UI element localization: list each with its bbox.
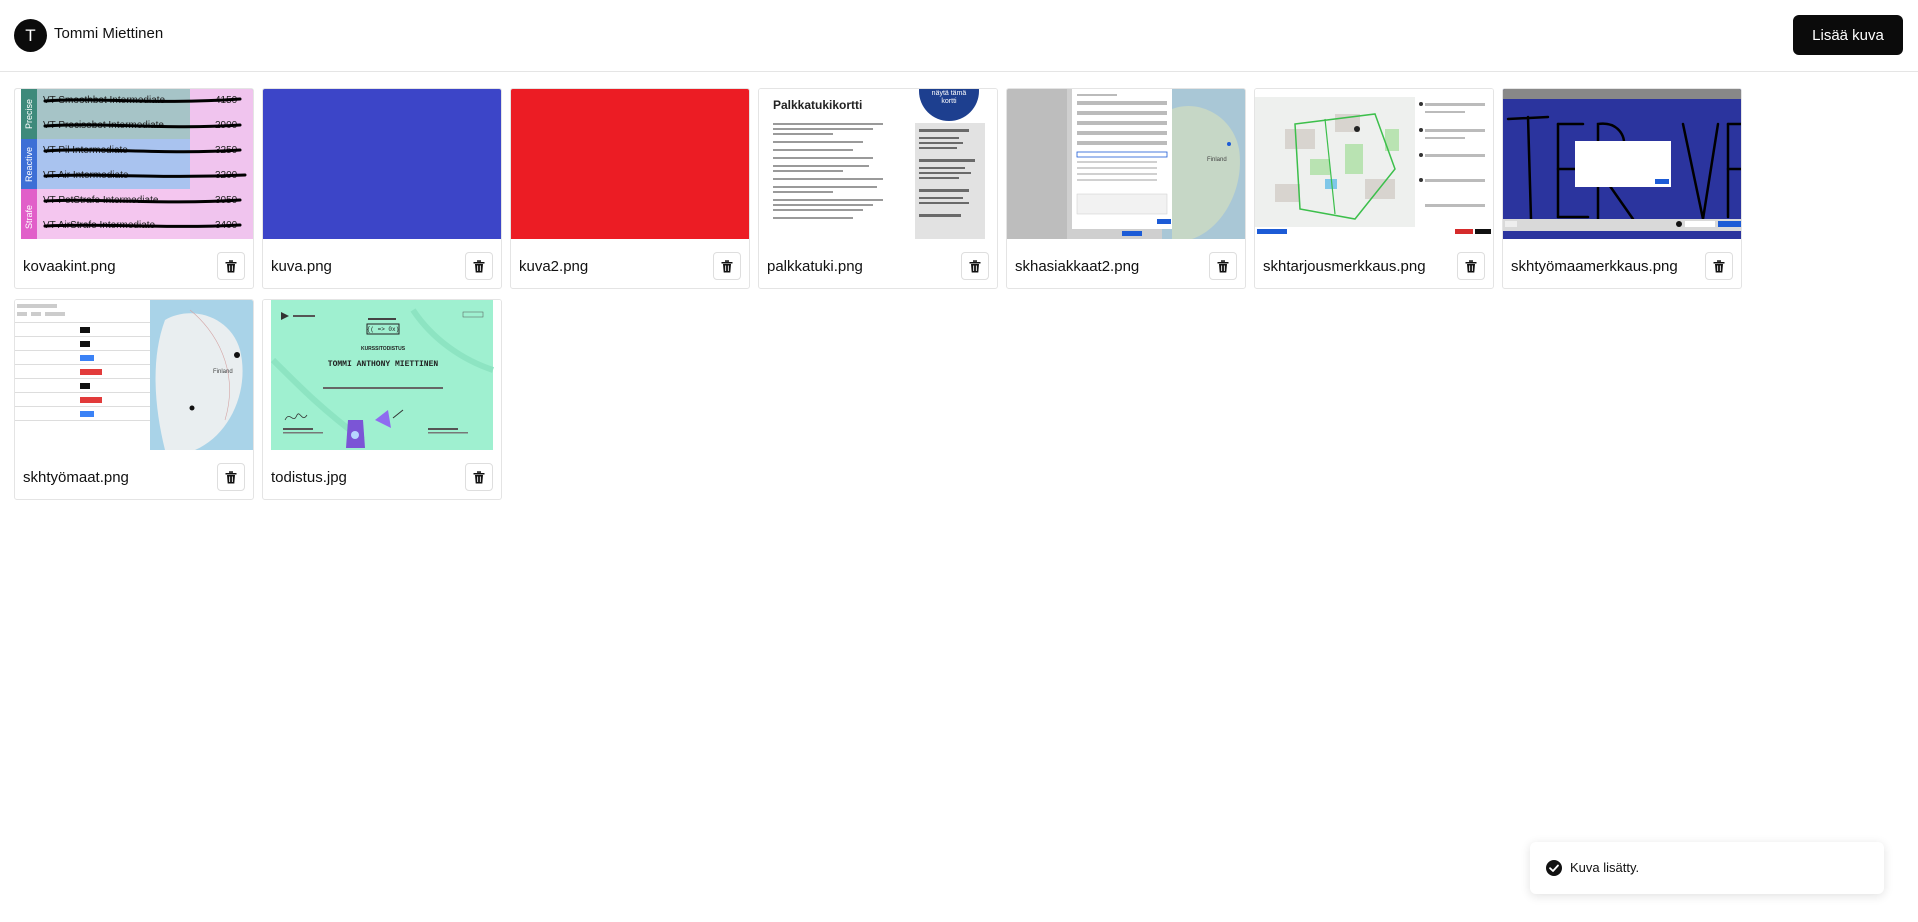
image-thumbnail[interactable]: Finland [15, 300, 253, 450]
document-badge-text: kortti [941, 98, 957, 105]
trash-icon [1217, 259, 1229, 272]
trash-icon [1465, 259, 1477, 272]
image-card[interactable]: kuva.png [262, 88, 502, 289]
image-filename: skhasiakkaat2.png [1015, 258, 1140, 275]
image-thumbnail[interactable]: Palkkatukikortti näytä tämä kortti [759, 89, 997, 239]
image-thumbnail[interactable] [263, 89, 501, 239]
trash-icon [225, 470, 237, 483]
image-card[interactable]: kuva2.png [510, 88, 750, 289]
image-filename: palkkatuki.png [767, 258, 863, 275]
delete-button[interactable] [465, 252, 493, 280]
certificate-name: TOMMI ANTHONY MIETTINEN [328, 360, 439, 369]
delete-button[interactable] [1705, 252, 1733, 280]
certificate-title: KURSSITODISTUS [361, 346, 406, 352]
image-thumbnail[interactable]: Precise Reactive Strafe VT Smoothbot Int… [15, 89, 253, 239]
tier-group-label: Reactive [24, 147, 34, 182]
image-filename: kuva.png [271, 258, 332, 275]
image-filename: skhtyömaat.png [23, 469, 129, 486]
delete-button[interactable] [1209, 252, 1237, 280]
trash-icon [721, 259, 733, 272]
image-card[interactable]: Precise Reactive Strafe VT Smoothbot Int… [14, 88, 254, 289]
image-thumbnail[interactable] [511, 89, 749, 239]
image-card[interactable]: skhtarjousmerkkaus.png [1254, 88, 1494, 289]
image-filename: skhtarjousmerkkaus.png [1263, 258, 1426, 275]
add-image-button[interactable]: Lisää kuva [1793, 15, 1903, 55]
trash-icon [969, 259, 981, 272]
delete-button[interactable] [1457, 252, 1485, 280]
svg-text:{( => 0x): {( => 0x) [367, 326, 399, 333]
trash-icon [1713, 259, 1725, 272]
image-card[interactable]: skhtyömaamerkkaus.png [1502, 88, 1742, 289]
avatar[interactable]: T [14, 19, 47, 52]
delete-button[interactable] [465, 463, 493, 491]
trash-icon [225, 259, 237, 272]
image-thumbnail[interactable]: {( => 0x) KURSSITODISTUS TOMMI ANTHONY M… [263, 300, 501, 450]
image-thumbnail[interactable] [1503, 89, 1741, 239]
image-card[interactable]: Finland skhtyömaat.png [14, 299, 254, 500]
toast-message: Kuva lisätty. [1570, 860, 1640, 875]
delete-button[interactable] [217, 252, 245, 280]
image-thumbnail[interactable] [1255, 89, 1493, 239]
image-card[interactable]: Palkkatukikortti näytä tämä kortti palkk… [758, 88, 998, 289]
image-filename: kuva2.png [519, 258, 589, 275]
toast-notification: Kuva lisätty. [1530, 842, 1884, 894]
tier-group-label: Strafe [24, 205, 34, 229]
trash-icon [473, 259, 485, 272]
document-badge-text: näytä tämä [932, 90, 967, 97]
image-filename: todistus.jpg [271, 469, 347, 486]
trash-icon [473, 470, 485, 483]
map-label: Finland [1207, 157, 1227, 163]
delete-button[interactable] [217, 463, 245, 491]
image-filename: skhtyömaamerkkaus.png [1511, 258, 1678, 275]
user-name: Tommi Miettinen [54, 25, 164, 42]
image-card[interactable]: Finland skhasiakkaat2.png [1006, 88, 1246, 289]
image-card[interactable]: {( => 0x) KURSSITODISTUS TOMMI ANTHONY M… [262, 299, 502, 500]
check-circle-icon [1545, 859, 1563, 882]
top-bar: T Tommi Miettinen Lisää kuva [0, 0, 1918, 72]
document-heading: Palkkatukikortti [773, 98, 862, 112]
image-thumbnail[interactable]: Finland [1007, 89, 1245, 239]
image-filename: kovaakint.png [23, 258, 116, 275]
delete-button[interactable] [713, 252, 741, 280]
tier-group-label: Precise [24, 99, 34, 129]
delete-button[interactable] [961, 252, 989, 280]
map-label: Finland [213, 369, 233, 375]
